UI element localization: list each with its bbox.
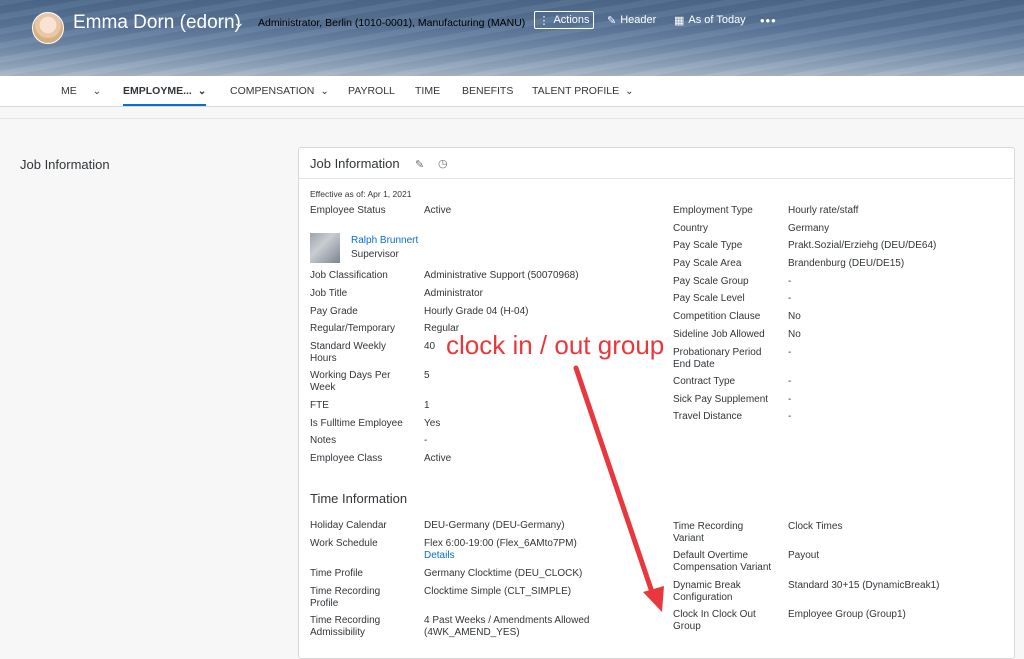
annotation-arrow <box>573 365 664 612</box>
